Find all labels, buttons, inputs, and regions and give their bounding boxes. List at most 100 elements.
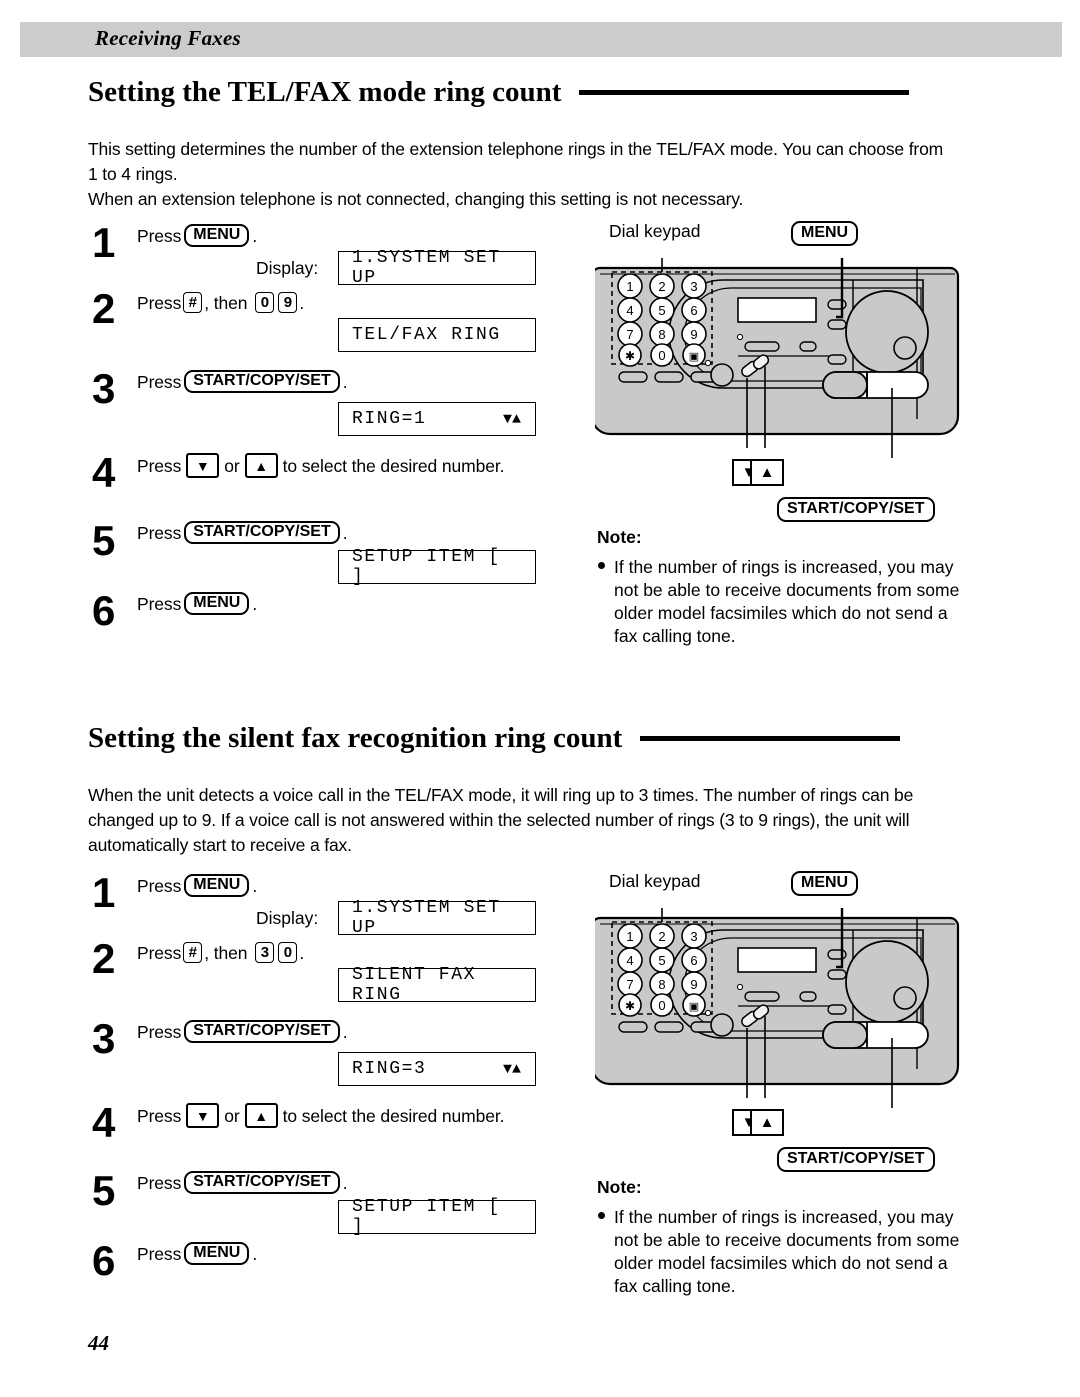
- step-number-1-3: 3: [92, 365, 116, 412]
- running-head-text: Receiving Faxes: [95, 26, 241, 50]
- lcd-arrows: ▼▲: [502, 410, 521, 428]
- svg-text:0: 0: [658, 998, 665, 1013]
- step-text-1-1: Press MENU .: [137, 224, 257, 247]
- svg-text:2: 2: [658, 929, 665, 944]
- then-label: , then: [204, 292, 248, 313]
- step-text-2-1: Press MENU .: [137, 874, 257, 897]
- period: .: [299, 292, 305, 313]
- hash-key[interactable]: #: [183, 942, 203, 963]
- svg-text:5: 5: [658, 953, 665, 968]
- digit-key-1[interactable]: 9: [278, 292, 298, 313]
- period: .: [252, 875, 258, 896]
- page-number: 44: [88, 1331, 109, 1355]
- up-arrow-key[interactable]: ▲: [244, 453, 278, 478]
- up-arrow-callout-2: ▲: [750, 1109, 784, 1136]
- press-label: Press: [137, 1021, 182, 1042]
- period: .: [252, 1243, 258, 1264]
- svg-text:1: 1: [626, 929, 633, 944]
- period: .: [342, 522, 348, 543]
- svg-text:✱: ✱: [625, 349, 635, 363]
- svg-text:7: 7: [626, 977, 633, 992]
- note-bullet-icon: [598, 562, 605, 569]
- digit-key-0[interactable]: 0: [255, 292, 275, 313]
- svg-text:8: 8: [658, 327, 665, 342]
- step-tail: to select the desired number.: [282, 455, 505, 476]
- lcd-display-1-2: TEL/FAX RING: [338, 318, 536, 352]
- start-copy-set-key[interactable]: START/COPY/SET: [184, 370, 340, 393]
- step-text-1-4: Press ▼ or ▲ to select the desired numbe…: [137, 453, 505, 478]
- lcd-display-1-1: 1.SYSTEM SET UP: [338, 248, 536, 288]
- menu-key[interactable]: MENU: [184, 592, 250, 615]
- step-number-1-1: 1: [92, 219, 116, 266]
- period: .: [252, 225, 258, 246]
- step-number-2-6: 6: [92, 1237, 116, 1284]
- lcd-text: SILENT FAX RING: [352, 965, 477, 1005]
- section-1-intro: This setting determines the number of th…: [88, 137, 948, 212]
- period: .: [299, 942, 305, 963]
- svg-text:5: 5: [658, 303, 665, 318]
- period: .: [342, 1021, 348, 1042]
- digit-key-1[interactable]: 0: [278, 942, 298, 963]
- step-text-1-2: Press # , then 0 9 .: [137, 292, 304, 313]
- press-label: Press: [137, 522, 182, 543]
- note-body-text: If the number of rings is increased, you…: [614, 557, 960, 646]
- or-label: or: [224, 455, 240, 476]
- press-label: Press: [137, 1172, 182, 1193]
- lcd-text: 1.SYSTEM SET UP: [352, 898, 501, 938]
- fax-machine-svg: 1 2 3 4 5 6 7 8 9 ✱ 0 ▣: [595, 258, 960, 458]
- lcd-text: TEL/FAX RING: [352, 325, 501, 345]
- step-number-2-3: 3: [92, 1015, 116, 1062]
- menu-callout-1: MENU: [791, 221, 859, 246]
- press-label: Press: [137, 875, 182, 896]
- press-label: Press: [137, 225, 182, 246]
- note-title-2: Note:: [597, 1177, 642, 1197]
- section-heading-2: Setting the silent fax recognition ring …: [88, 722, 901, 755]
- up-arrow-key[interactable]: ▲: [244, 1103, 278, 1128]
- step-text-2-4: Press ▼ or ▲ to select the desired numbe…: [137, 1103, 505, 1128]
- lcd-display-2-3: RING=3 ▼▲: [338, 1052, 536, 1086]
- svg-text:1: 1: [626, 279, 633, 294]
- start-copy-set-key[interactable]: START/COPY/SET: [184, 1020, 340, 1043]
- step-text-1-5: Press START/COPY/SET .: [137, 521, 348, 544]
- svg-text:6: 6: [690, 303, 697, 318]
- lcd-display-2-1: 1.SYSTEM SET UP: [338, 898, 536, 938]
- display-label-1: Display:: [256, 258, 319, 278]
- note-bullet-icon: [598, 1212, 605, 1219]
- section-2-intro-text: When the unit detects a voice call in th…: [88, 785, 914, 855]
- svg-text:9: 9: [690, 977, 697, 992]
- start-copy-set-callout-2: START/COPY/SET: [777, 1147, 935, 1172]
- step-number-1-5: 5: [92, 517, 116, 564]
- heading-rule-1: [579, 90, 910, 95]
- start-copy-set-key[interactable]: START/COPY/SET: [184, 1171, 340, 1194]
- down-arrow-key[interactable]: ▼: [186, 1103, 220, 1128]
- note-body-1: If the number of rings is increased, you…: [598, 556, 962, 648]
- press-label: Press: [137, 1105, 182, 1126]
- step-text-2-6: Press MENU .: [137, 1242, 257, 1265]
- step-text-1-6: Press MENU .: [137, 592, 257, 615]
- hash-key[interactable]: #: [183, 292, 203, 313]
- up-arrow-callout-1: ▲: [750, 459, 784, 486]
- press-label: Press: [137, 942, 182, 963]
- menu-key[interactable]: MENU: [184, 224, 250, 247]
- note-body-text: If the number of rings is increased, you…: [614, 1207, 960, 1296]
- menu-key[interactable]: MENU: [184, 1242, 250, 1265]
- then-label: , then: [204, 942, 248, 963]
- svg-text:3: 3: [690, 929, 697, 944]
- lcd-text: RING=1: [352, 409, 427, 429]
- step-tail: to select the desired number.: [282, 1105, 505, 1126]
- svg-text:8: 8: [658, 977, 665, 992]
- step-number-2-5: 5: [92, 1167, 116, 1214]
- step-number-1-2: 2: [92, 285, 116, 332]
- lcd-arrows: ▼▲: [502, 1060, 521, 1078]
- press-label: Press: [137, 455, 182, 476]
- menu-key[interactable]: MENU: [184, 874, 250, 897]
- menu-callout-2: MENU: [791, 871, 859, 896]
- lcd-display-1-4: SETUP ITEM [ ]: [338, 547, 536, 587]
- lcd-text: 1.SYSTEM SET UP: [352, 248, 501, 288]
- or-label: or: [224, 1105, 240, 1126]
- down-arrow-key[interactable]: ▼: [186, 453, 220, 478]
- start-copy-set-key[interactable]: START/COPY/SET: [184, 521, 340, 544]
- note-body-2: If the number of rings is increased, you…: [598, 1206, 962, 1298]
- digit-key-0[interactable]: 3: [255, 942, 275, 963]
- svg-text:3: 3: [690, 279, 697, 294]
